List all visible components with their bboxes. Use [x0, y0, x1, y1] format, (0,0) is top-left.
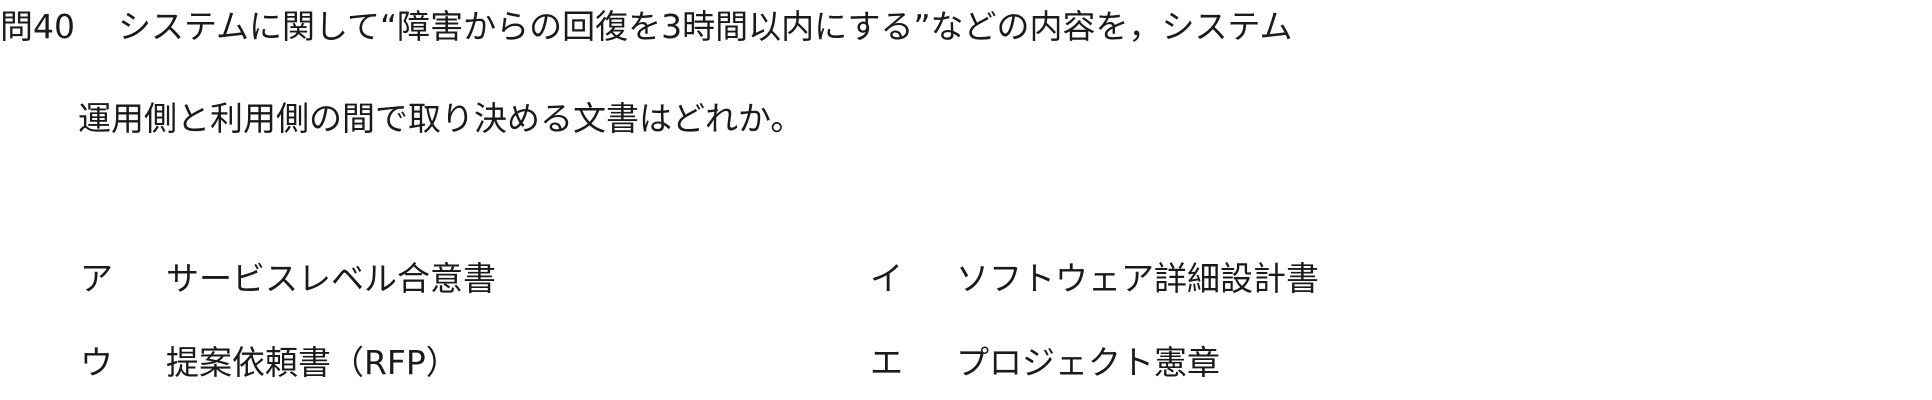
- choice-e-text: プロジェクト憲章: [956, 343, 1220, 382]
- choice-u-label: ウ: [80, 343, 113, 382]
- choice-a-label: ア: [80, 259, 113, 298]
- question-text-line-1: システムに関して“障害からの回復を3時間以内にする”などの内容を，システム: [118, 7, 1293, 46]
- choice-u-text: 提案依頼書（RFP）: [166, 343, 459, 382]
- question-stem-line-1: 問40 システムに関して“障害からの回復を3時間以内にする”などの内容を，システ…: [0, 0, 1293, 48]
- choice-e: エ プロジェクト憲章: [870, 336, 1220, 384]
- choice-i: イ ソフトウェア詳細設計書: [870, 252, 1319, 300]
- choice-a-text: サービスレベル合意書: [166, 259, 496, 298]
- question-text-line-2: 運用側と利用側の間で取り決める文書はどれか。: [78, 99, 804, 138]
- choice-a: ア サービスレベル合意書: [80, 252, 496, 300]
- exam-question-page: 問40 システムに関して“障害からの回復を3時間以内にする”などの内容を，システ…: [0, 0, 1932, 400]
- question-stem-line-2: 運用側と利用側の間で取り決める文書はどれか。: [78, 92, 803, 140]
- choice-e-label: エ: [870, 343, 903, 382]
- choice-u: ウ 提案依頼書（RFP）: [80, 336, 459, 384]
- choice-i-label: イ: [870, 259, 903, 298]
- choice-i-text: ソフトウェア詳細設計書: [956, 259, 1319, 298]
- question-number: 問40: [0, 7, 75, 46]
